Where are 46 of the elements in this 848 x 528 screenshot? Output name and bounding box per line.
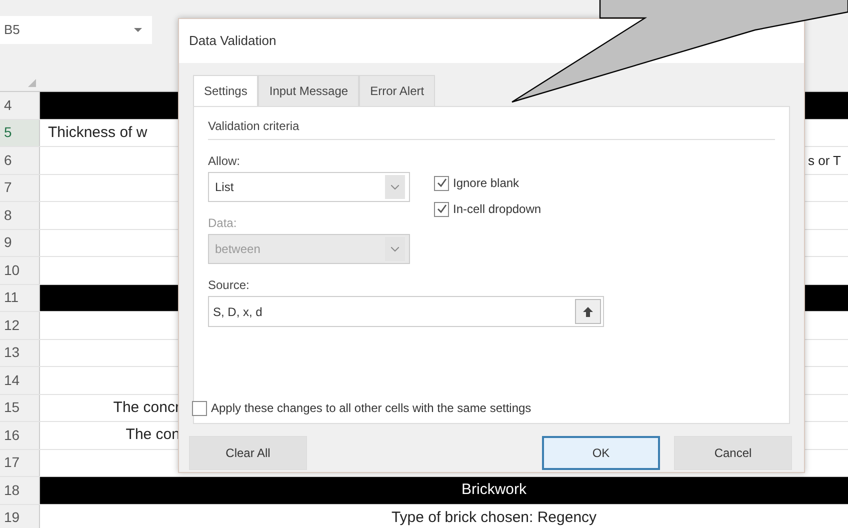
checkbox-label: Apply these changes to all other cells with the same settings xyxy=(211,400,532,417)
checkbox-label: Ignore blank xyxy=(453,175,520,192)
row-number[interactable]: 12 xyxy=(0,312,40,338)
row-number[interactable]: 15 xyxy=(0,394,40,421)
row-number[interactable]: 6 xyxy=(0,147,40,174)
checkbox[interactable] xyxy=(434,176,449,190)
field-label: Data: xyxy=(208,215,238,232)
field-label: Allow: xyxy=(208,153,242,170)
row-number[interactable]: 10 xyxy=(0,257,40,284)
chevron-icon xyxy=(391,184,399,190)
range-picker-icon[interactable] xyxy=(582,306,594,318)
checkbox[interactable] xyxy=(192,400,207,416)
dropdown-icon[interactable] xyxy=(134,28,142,32)
row-number[interactable]: 14 xyxy=(0,367,40,394)
row-number[interactable]: 16 xyxy=(0,422,40,448)
row-number[interactable]: 7 xyxy=(0,174,40,201)
cell-reference: B5 xyxy=(4,21,20,40)
row-number[interactable]: 8 xyxy=(0,202,40,228)
row-number[interactable]: 19 xyxy=(0,504,40,528)
row-number[interactable]: 5 xyxy=(0,120,40,146)
cell-text: Thickness of w xyxy=(48,124,148,140)
name-box[interactable]: B5 xyxy=(0,16,152,44)
checkbox[interactable] xyxy=(434,202,449,216)
row-number[interactable]: 13 xyxy=(0,340,40,366)
row-number[interactable]: 4 xyxy=(0,92,40,118)
tab[interactable]: Error Alert xyxy=(359,75,436,106)
tab[interactable]: Settings xyxy=(193,75,258,106)
cell-text: s or T xyxy=(808,152,841,168)
cell-text: The concr xyxy=(113,398,180,416)
row-number[interactable]: 18 xyxy=(0,477,40,504)
tab[interactable]: Input Message xyxy=(258,75,360,106)
dialog-button[interactable]: Cancel xyxy=(674,436,792,470)
chevron-icon xyxy=(391,246,399,252)
dialog-button[interactable]: OK xyxy=(542,436,660,470)
row-number[interactable]: 9 xyxy=(0,230,40,256)
row-number[interactable]: 17 xyxy=(0,450,40,476)
dialog-button[interactable]: Clear All xyxy=(189,436,307,470)
cell-text: Brickwork xyxy=(461,481,526,498)
checkbox-label: In-cell dropdown xyxy=(453,201,542,218)
row-number[interactable]: 11 xyxy=(0,284,40,311)
group-label: Validation criteria xyxy=(208,117,775,140)
dropdown: between xyxy=(208,234,410,264)
dropdown[interactable]: List xyxy=(208,172,410,202)
cell-text: Type of brick chosen: Regency xyxy=(391,508,597,526)
source-field[interactable]: S, D, x, d xyxy=(208,296,604,327)
field-label: Source: xyxy=(208,277,250,294)
